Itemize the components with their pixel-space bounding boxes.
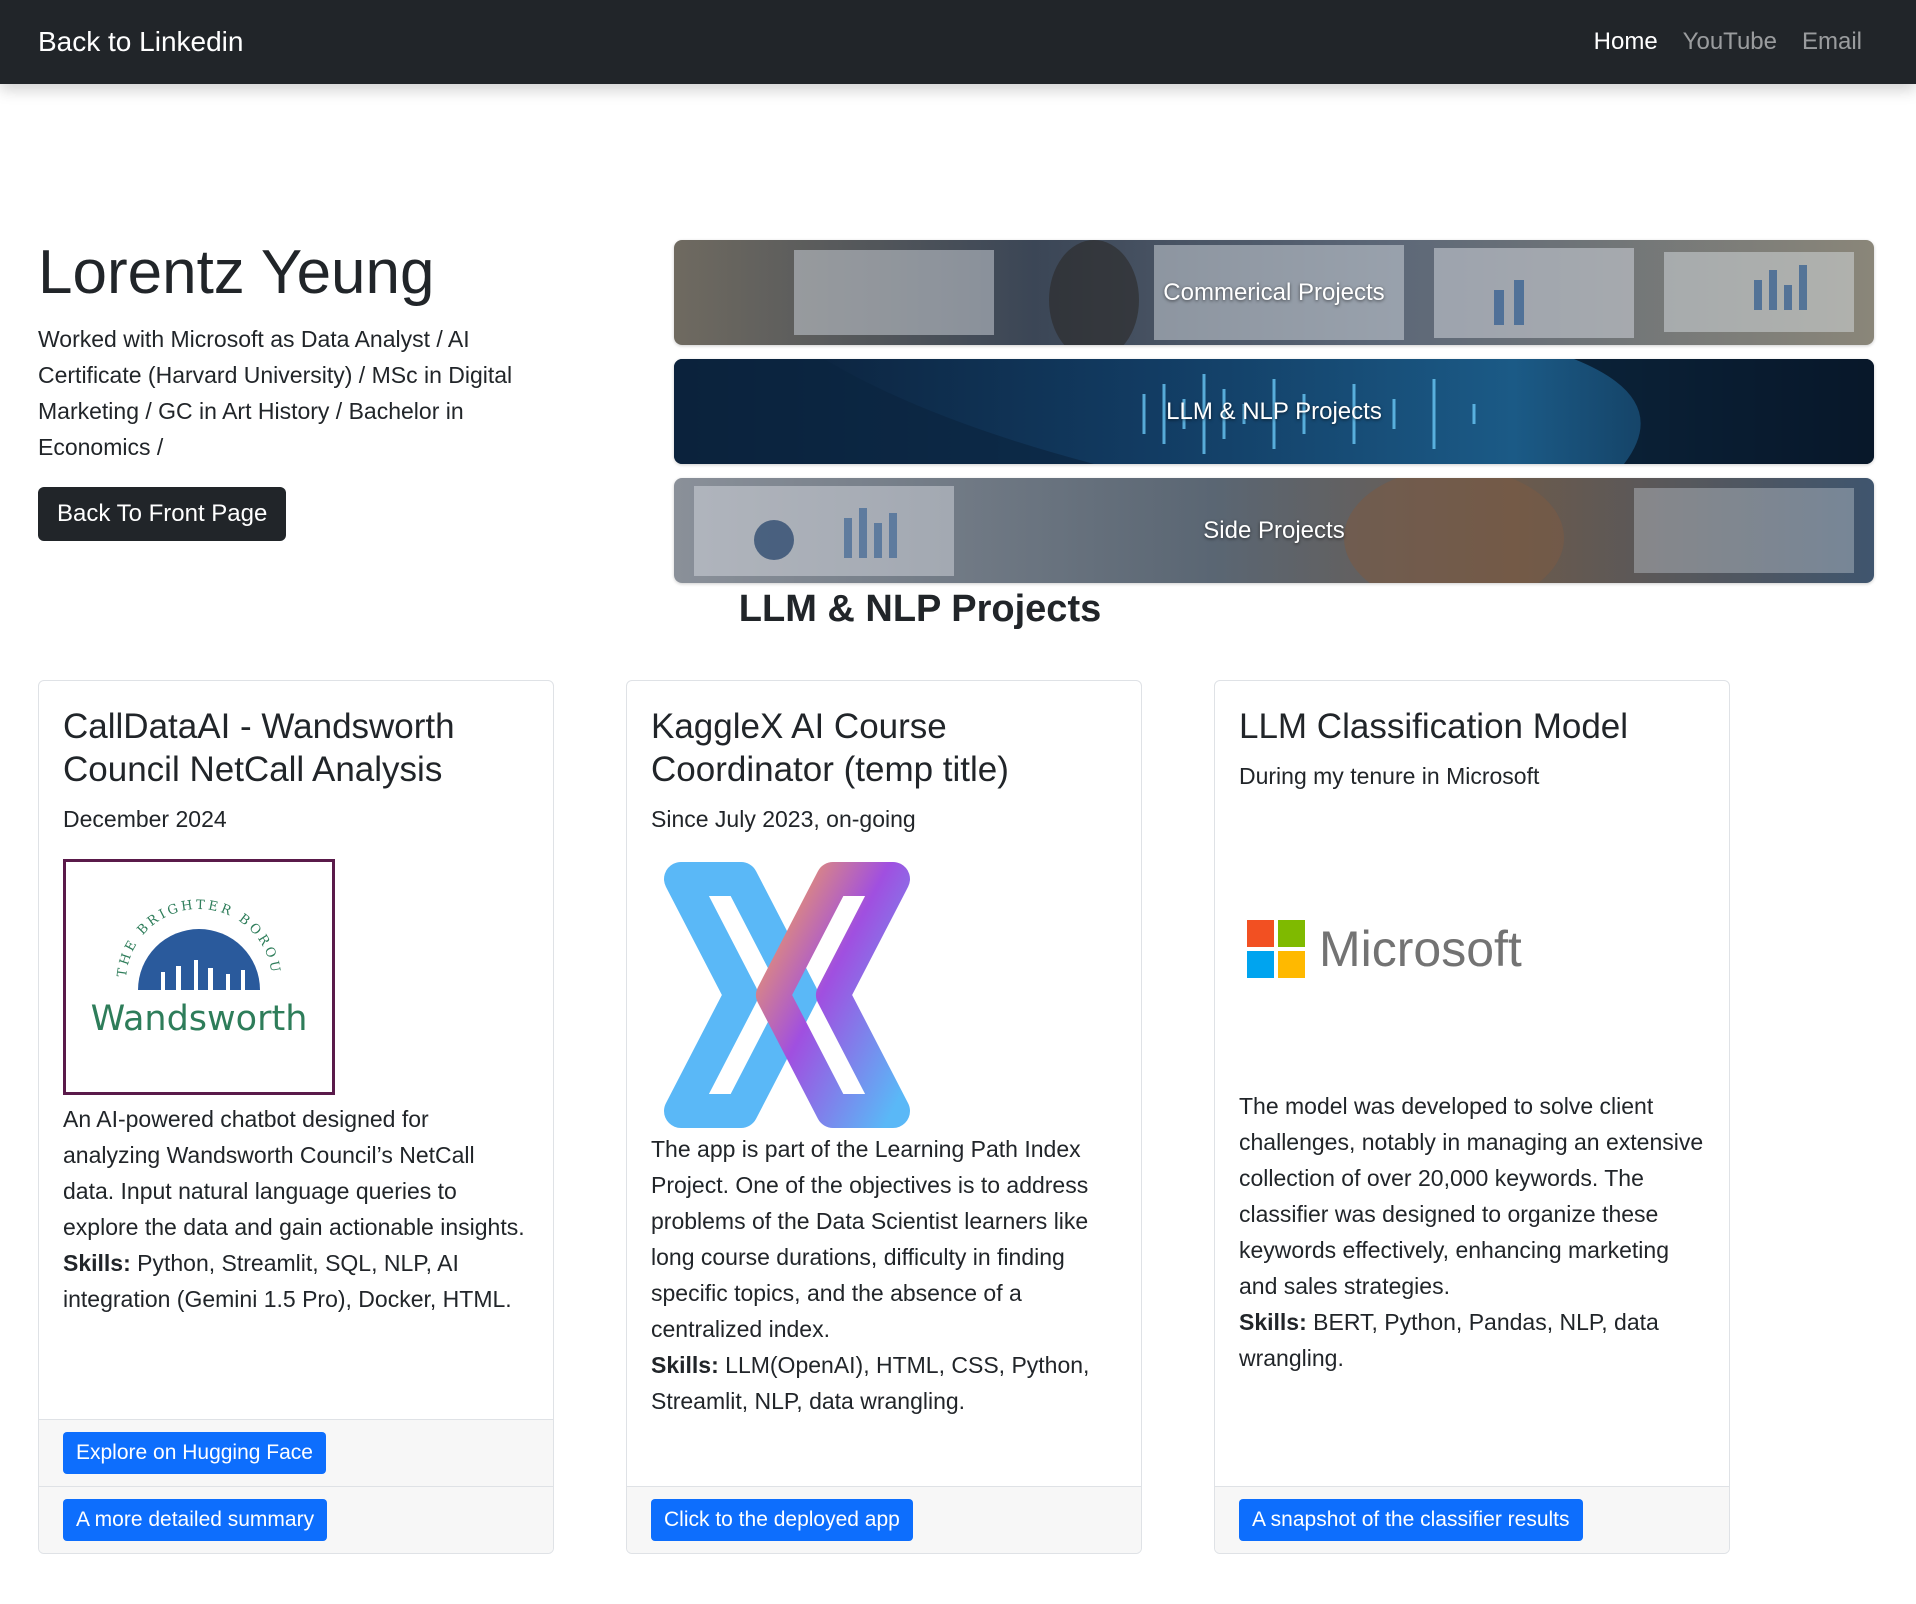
card-footer: Explore on Hugging Face: [39, 1419, 553, 1486]
skills-list: Python, Streamlit, SQL, NLP, AI integrat…: [63, 1250, 512, 1312]
card-title: CallDataAI - Wandsworth Council NetCall …: [63, 707, 455, 789]
project-card-llm-classification: LLM Classification Model During my tenur…: [1214, 680, 1730, 1554]
card-subtitle: Since July 2023, on-going: [651, 806, 916, 832]
detailed-summary-button[interactable]: A more detailed summary: [63, 1499, 328, 1541]
deployed-app-button[interactable]: Click to the deployed app: [651, 1499, 913, 1541]
nav-links: Home YouTube Email: [1594, 28, 1862, 56]
commercial-projects-label: Commerical Projects: [1163, 278, 1385, 306]
card-footer: Click to the deployed app: [627, 1486, 1141, 1553]
card-body: KaggleX AI Course Coordinator (temp titl…: [627, 681, 1141, 1486]
card-description: The model was developed to solve client …: [1239, 1088, 1705, 1376]
card-title: KaggleX AI Course Coordinator (temp titl…: [651, 707, 1009, 789]
classifier-results-button[interactable]: A snapshot of the classifier results: [1239, 1499, 1583, 1541]
microsoft-logo: Microsoft: [1247, 920, 1705, 978]
card-body: CallDataAI - Wandsworth Council NetCall …: [39, 681, 553, 1419]
microsoft-logo-text: Microsoft: [1319, 921, 1522, 977]
hero-intro: Lorentz Yeung Worked with Microsoft as D…: [38, 238, 568, 542]
card-description-text: The model was developed to solve client …: [1239, 1093, 1704, 1299]
card-description: An AI-powered chatbot designed for analy…: [63, 1101, 529, 1317]
microsoft-squares-icon: [1247, 920, 1305, 978]
hero-description: Worked with Microsoft as Data Analyst / …: [38, 326, 513, 461]
card-title: LLM Classification Model: [1239, 707, 1629, 746]
wandsworth-logo-text: Wandsworth: [91, 999, 308, 1039]
commercial-projects-banner[interactable]: Commerical Projects: [674, 240, 1874, 345]
project-cards: CallDataAI - Wandsworth Council NetCall …: [38, 680, 1730, 1554]
card-footer: A snapshot of the classifier results: [1215, 1486, 1729, 1553]
side-projects-banner[interactable]: Side Projects: [674, 478, 1874, 583]
llm-nlp-projects-label: LLM & NLP Projects: [1166, 397, 1382, 425]
back-to-linkedin-link[interactable]: Back to Linkedin: [38, 26, 243, 58]
card-subtitle: December 2024: [63, 806, 227, 832]
hero-section: Lorentz Yeung Worked with Microsoft as D…: [0, 84, 1916, 583]
project-category-banners: Commerical Projects LLM & NLP Projects S…: [674, 240, 1874, 597]
wandsworth-logo: THE BRIGHTER BOROUGH Wandsworth: [59, 851, 335, 1095]
side-projects-label: Side Projects: [1203, 516, 1345, 544]
page-title: Lorentz Yeung: [38, 238, 435, 307]
nav-youtube-link[interactable]: YouTube: [1683, 28, 1777, 56]
section-title: LLM & NLP Projects: [738, 588, 1102, 630]
card-footer: A more detailed summary: [39, 1486, 553, 1553]
nav-email-link[interactable]: Email: [1802, 28, 1862, 56]
llm-nlp-projects-banner[interactable]: LLM & NLP Projects: [674, 359, 1874, 464]
card-description-text: An AI-powered chatbot designed for analy…: [63, 1106, 525, 1240]
card-subtitle: During my tenure in Microsoft: [1239, 763, 1540, 789]
nav-home-link[interactable]: Home: [1594, 28, 1658, 56]
skills-label: Skills:: [1239, 1309, 1307, 1335]
back-to-front-page-button[interactable]: Back To Front Page: [38, 487, 287, 542]
project-card-calldataai: CallDataAI - Wandsworth Council NetCall …: [38, 680, 554, 1554]
kagglex-logo: [664, 862, 910, 1128]
navbar: Back to Linkedin Home YouTube Email: [0, 0, 1916, 84]
explore-hugging-face-button[interactable]: Explore on Hugging Face: [63, 1432, 326, 1474]
skills-label: Skills:: [63, 1250, 131, 1276]
card-description: The app is part of the Learning Path Ind…: [651, 1131, 1117, 1419]
wandsworth-logo-image: THE BRIGHTER BOROUGH Wandsworth: [59, 851, 308, 1039]
project-card-kagglex: KaggleX AI Course Coordinator (temp titl…: [626, 680, 1142, 1554]
card-description-text: The app is part of the Learning Path Ind…: [651, 1136, 1089, 1342]
card-body: LLM Classification Model During my tenur…: [1215, 681, 1729, 1486]
skills-label: Skills:: [651, 1352, 719, 1378]
